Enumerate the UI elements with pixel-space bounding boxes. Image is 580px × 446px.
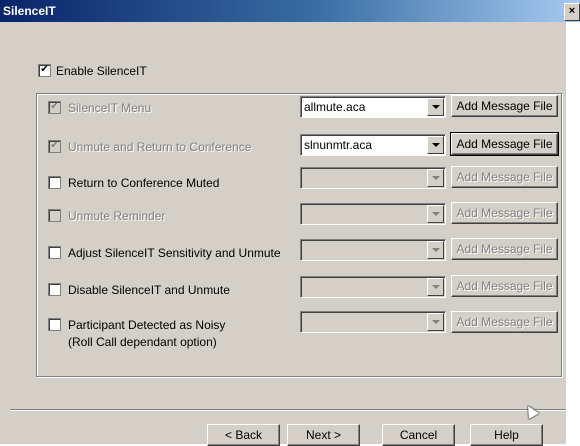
chevron-down-icon[interactable]: [427, 205, 444, 223]
title-bar: SilenceIT ×: [0, 0, 580, 22]
cancel-button[interactable]: Cancel: [382, 424, 455, 446]
unmute-return-checkbox[interactable]: ✔: [48, 140, 61, 153]
add-message-file-button-7[interactable]: Add Message File: [451, 311, 558, 333]
return-muted-label: Return to Conference Muted: [68, 176, 220, 190]
chevron-down-icon[interactable]: [427, 241, 444, 259]
return-muted-checkbox[interactable]: [48, 176, 61, 189]
enable-silenceit-checkbox[interactable]: ✔: [38, 64, 51, 77]
dialog-body: ✔ Enable SilenceIT ✔ SilenceIT Menu allm…: [0, 22, 566, 446]
participant-noisy-checkbox[interactable]: [48, 318, 61, 331]
add-message-file-button-5[interactable]: Add Message File: [451, 238, 558, 260]
add-message-file-button-4[interactable]: Add Message File: [451, 202, 558, 224]
add-message-file-button-2[interactable]: Add Message File: [450, 132, 559, 156]
unmute-reminder-label: Unmute Reminder: [68, 209, 166, 223]
participant-noisy-sublabel: (Roll Call dependant option): [68, 335, 217, 349]
disable-silenceit-label: Disable SilenceIT and Unmute: [68, 283, 230, 297]
enable-silenceit-label: Enable SilenceIT: [56, 64, 147, 78]
adjust-sensitivity-file-select[interactable]: [300, 239, 446, 261]
unmute-return-label: Unmute and Return to Conference: [68, 140, 252, 154]
disable-silenceit-file-select[interactable]: [300, 276, 446, 298]
chevron-down-icon[interactable]: [427, 136, 444, 154]
chevron-down-icon[interactable]: [427, 98, 444, 116]
add-message-file-button-6[interactable]: Add Message File: [451, 275, 558, 297]
close-icon[interactable]: ×: [564, 3, 580, 21]
silenceit-menu-file-select[interactable]: allmute.aca: [300, 96, 446, 118]
add-message-file-button-3[interactable]: Add Message File: [451, 166, 558, 188]
adjust-sensitivity-checkbox[interactable]: [48, 246, 61, 259]
chevron-down-icon[interactable]: [427, 169, 444, 187]
mouse-cursor-icon: [522, 402, 540, 420]
unmute-reminder-checkbox[interactable]: [48, 209, 61, 222]
chevron-down-icon[interactable]: [427, 278, 444, 296]
add-message-file-button-1[interactable]: Add Message File: [451, 95, 558, 117]
window-title: SilenceIT: [3, 4, 56, 18]
return-muted-file-select[interactable]: [300, 167, 446, 189]
unmute-reminder-file-select[interactable]: [300, 203, 446, 225]
next-button[interactable]: Next >: [287, 424, 360, 446]
silenceit-menu-file-value: allmute.aca: [304, 100, 366, 114]
separator: [10, 409, 566, 411]
silenceit-menu-checkbox[interactable]: ✔: [48, 101, 61, 114]
adjust-sensitivity-label: Adjust SilenceIT Sensitivity and Unmute: [68, 246, 281, 260]
participant-noisy-label: Participant Detected as Noisy: [68, 318, 226, 332]
chevron-down-icon[interactable]: [427, 313, 444, 331]
unmute-return-file-select[interactable]: slnunmtr.aca: [300, 134, 446, 156]
help-button[interactable]: Help: [470, 424, 543, 446]
silenceit-menu-label: SilenceIT Menu: [68, 101, 152, 115]
unmute-return-file-value: slnunmtr.aca: [304, 138, 373, 152]
back-button[interactable]: < Back: [207, 424, 280, 446]
disable-silenceit-checkbox[interactable]: [48, 283, 61, 296]
participant-noisy-file-select[interactable]: [300, 311, 446, 333]
